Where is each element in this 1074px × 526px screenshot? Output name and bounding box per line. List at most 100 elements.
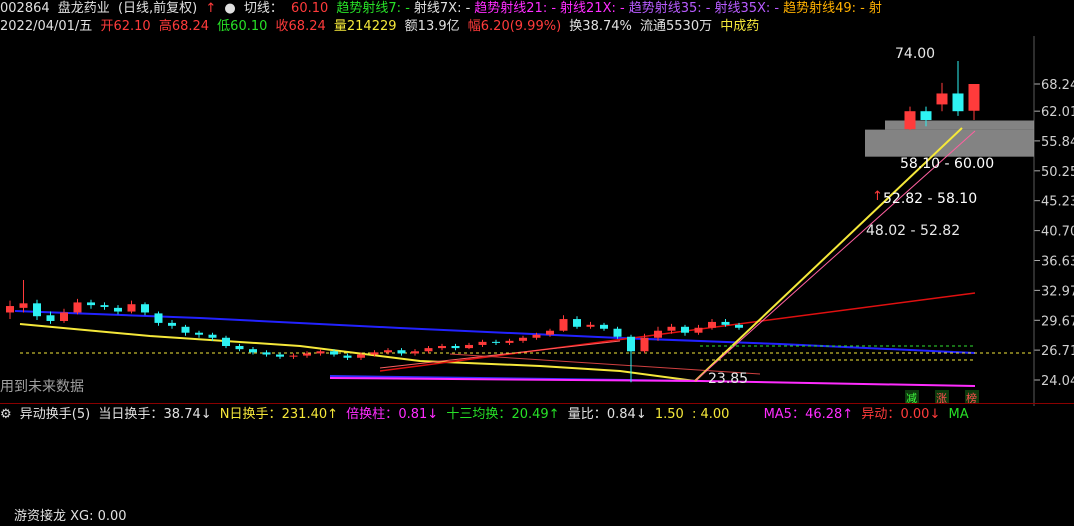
candle-body-37 bbox=[505, 340, 514, 343]
price-chart-svg[interactable]: 68.24 62.01 55.84 50.25 45.23 40.70 36.63 32.97… bbox=[0, 36, 1074, 406]
low-price-label: 23.85 bbox=[708, 371, 748, 387]
candle-body-34 bbox=[465, 344, 473, 349]
candle-body-49 bbox=[667, 326, 676, 331]
candle-body-9 bbox=[127, 304, 136, 312]
candle-body-2 bbox=[33, 303, 41, 317]
candle-body-4 bbox=[60, 312, 68, 321]
candle-body-22 bbox=[303, 353, 311, 356]
turnover-bar-16 bbox=[221, 501, 231, 504]
indicator-4: 趋势射线35: - bbox=[628, 1, 711, 16]
stock-name: 盘龙药业 bbox=[57, 1, 110, 16]
turnover-bar-59 bbox=[964, 454, 974, 504]
watermark-url: www.wangu2.com bbox=[912, 493, 1021, 507]
candle-body-7 bbox=[100, 305, 109, 307]
y-tick-label-4: 45.23 bbox=[1041, 195, 1074, 210]
turnover-bar-54 bbox=[734, 500, 744, 504]
candle-body-33 bbox=[451, 346, 460, 349]
indicator-6: 趋势射线49: - bbox=[783, 1, 865, 16]
candle-body-50 bbox=[681, 326, 689, 333]
y-tick-label-3: 50.25 bbox=[1041, 165, 1074, 180]
turnover-bar-45 bbox=[612, 498, 623, 504]
bei-label: 倍换柱： bbox=[346, 407, 399, 422]
candle-body-59 bbox=[968, 84, 980, 111]
candle-body-43 bbox=[586, 324, 595, 327]
chart-mode[interactable]: (日线,前复权) bbox=[118, 1, 197, 16]
y-tick-label-1: 62.01 bbox=[1041, 105, 1074, 120]
yd-value: 0.00↓ bbox=[900, 407, 941, 422]
turnover-bar-49 bbox=[666, 500, 677, 504]
y-tick-label-9: 26.71 bbox=[1041, 344, 1074, 359]
watermark-logo: 万股网 bbox=[900, 455, 990, 490]
price-chart[interactable]: 68.24 62.01 55.84 50.25 45.23 40.70 36.63 32.97… bbox=[0, 36, 1074, 406]
yd-label: 异动： bbox=[861, 407, 901, 422]
ray-magenta-line bbox=[329, 377, 976, 387]
candle-body-6 bbox=[87, 302, 95, 306]
ratio-label: 量比： bbox=[567, 407, 607, 422]
low: 低60.10 bbox=[217, 19, 268, 34]
turnover: 换38.74% bbox=[569, 19, 632, 34]
y-tick-label-6: 36.63 bbox=[1041, 255, 1074, 270]
turnover-bar-46 bbox=[626, 497, 636, 504]
turnover-bar-1 bbox=[18, 493, 29, 504]
turnover-bar-56 bbox=[916, 465, 926, 504]
cut-label: 切线： bbox=[243, 1, 283, 16]
n-value: 231.40↑ bbox=[281, 407, 339, 422]
candle-body-32 bbox=[438, 346, 446, 349]
bei-value: 0.81↓ bbox=[398, 407, 439, 422]
ma13-label: 十三均换： bbox=[446, 407, 512, 422]
candle-body-20 bbox=[276, 354, 284, 357]
candle-body-46 bbox=[627, 336, 635, 352]
candle-body-19 bbox=[262, 352, 271, 355]
turnover-bar-55 bbox=[900, 496, 910, 504]
turnover-bar-39 bbox=[531, 501, 542, 504]
turnover-bar-36 bbox=[491, 501, 501, 504]
turnover-bar-50 bbox=[680, 500, 690, 504]
turnover-bar-7 bbox=[99, 501, 110, 504]
candle-body-13 bbox=[181, 326, 190, 333]
settings-dot-icon[interactable]: ● bbox=[224, 1, 235, 16]
date: 2022/04/01/五 bbox=[0, 19, 93, 34]
turnover-bar-11 bbox=[153, 501, 164, 504]
turnover-bar-58 bbox=[948, 475, 958, 504]
indicator-1: 射线7X: - bbox=[413, 1, 471, 16]
turnover-bar-47 bbox=[639, 500, 650, 504]
gear-icon[interactable]: ⚙ bbox=[0, 407, 12, 422]
candle-body-45 bbox=[613, 328, 622, 337]
sub-title[interactable]: 异动换手(5) bbox=[20, 407, 90, 422]
amount: 额13.9亿 bbox=[404, 19, 460, 34]
turnover-bar-29 bbox=[396, 501, 407, 504]
range: 幅6.20(9.99%) bbox=[467, 19, 562, 34]
candle-body-57 bbox=[936, 93, 948, 105]
y-tick-label-10: 24.04 bbox=[1041, 374, 1074, 389]
cut-value: 60.10 bbox=[291, 1, 329, 16]
candle-body-14 bbox=[195, 332, 203, 335]
turnover-bar-37 bbox=[504, 501, 515, 504]
candle-body-53 bbox=[721, 321, 730, 325]
close: 收68.24 bbox=[275, 19, 326, 34]
turnover-bar-33 bbox=[450, 501, 461, 504]
turnover-panel[interactable]: ⚙ 异动换手(5) 当日换手： 38.74↓ N日换手： 231.40↑ 倍换柱… bbox=[0, 404, 1074, 524]
sub-header: ⚙ 异动换手(5) 当日换手： 38.74↓ N日换手： 231.40↑ 倍换柱… bbox=[0, 406, 973, 424]
bottom-label: 游资接龙 XG: 0.00 bbox=[14, 509, 127, 524]
sector[interactable]: 中成药 bbox=[720, 19, 759, 34]
turnover-bar-8 bbox=[113, 501, 123, 504]
ma5-label: MA5： bbox=[763, 407, 805, 422]
candle-body-25 bbox=[343, 355, 352, 358]
zone-arrow-icon: ↑ bbox=[872, 189, 883, 204]
candle-body-18 bbox=[249, 349, 257, 353]
candle-body-0 bbox=[6, 306, 14, 313]
candle-body-1 bbox=[19, 303, 28, 308]
candle-body-27 bbox=[370, 352, 379, 355]
candle-body-23 bbox=[316, 351, 325, 354]
turnover-bar-25 bbox=[342, 501, 353, 504]
high: 高68.24 bbox=[158, 19, 210, 34]
ma13-line bbox=[0, 441, 976, 501]
candle-body-52 bbox=[708, 321, 716, 328]
turnover-bar-30 bbox=[410, 501, 420, 504]
candle-body-44 bbox=[600, 324, 608, 329]
sub-tick-0: 60.00 bbox=[1041, 420, 1074, 435]
turnover-bar-4 bbox=[59, 501, 69, 504]
candle-body-17 bbox=[235, 346, 244, 350]
candle-body-5 bbox=[73, 302, 82, 313]
turnover-bar-12 bbox=[167, 501, 177, 504]
